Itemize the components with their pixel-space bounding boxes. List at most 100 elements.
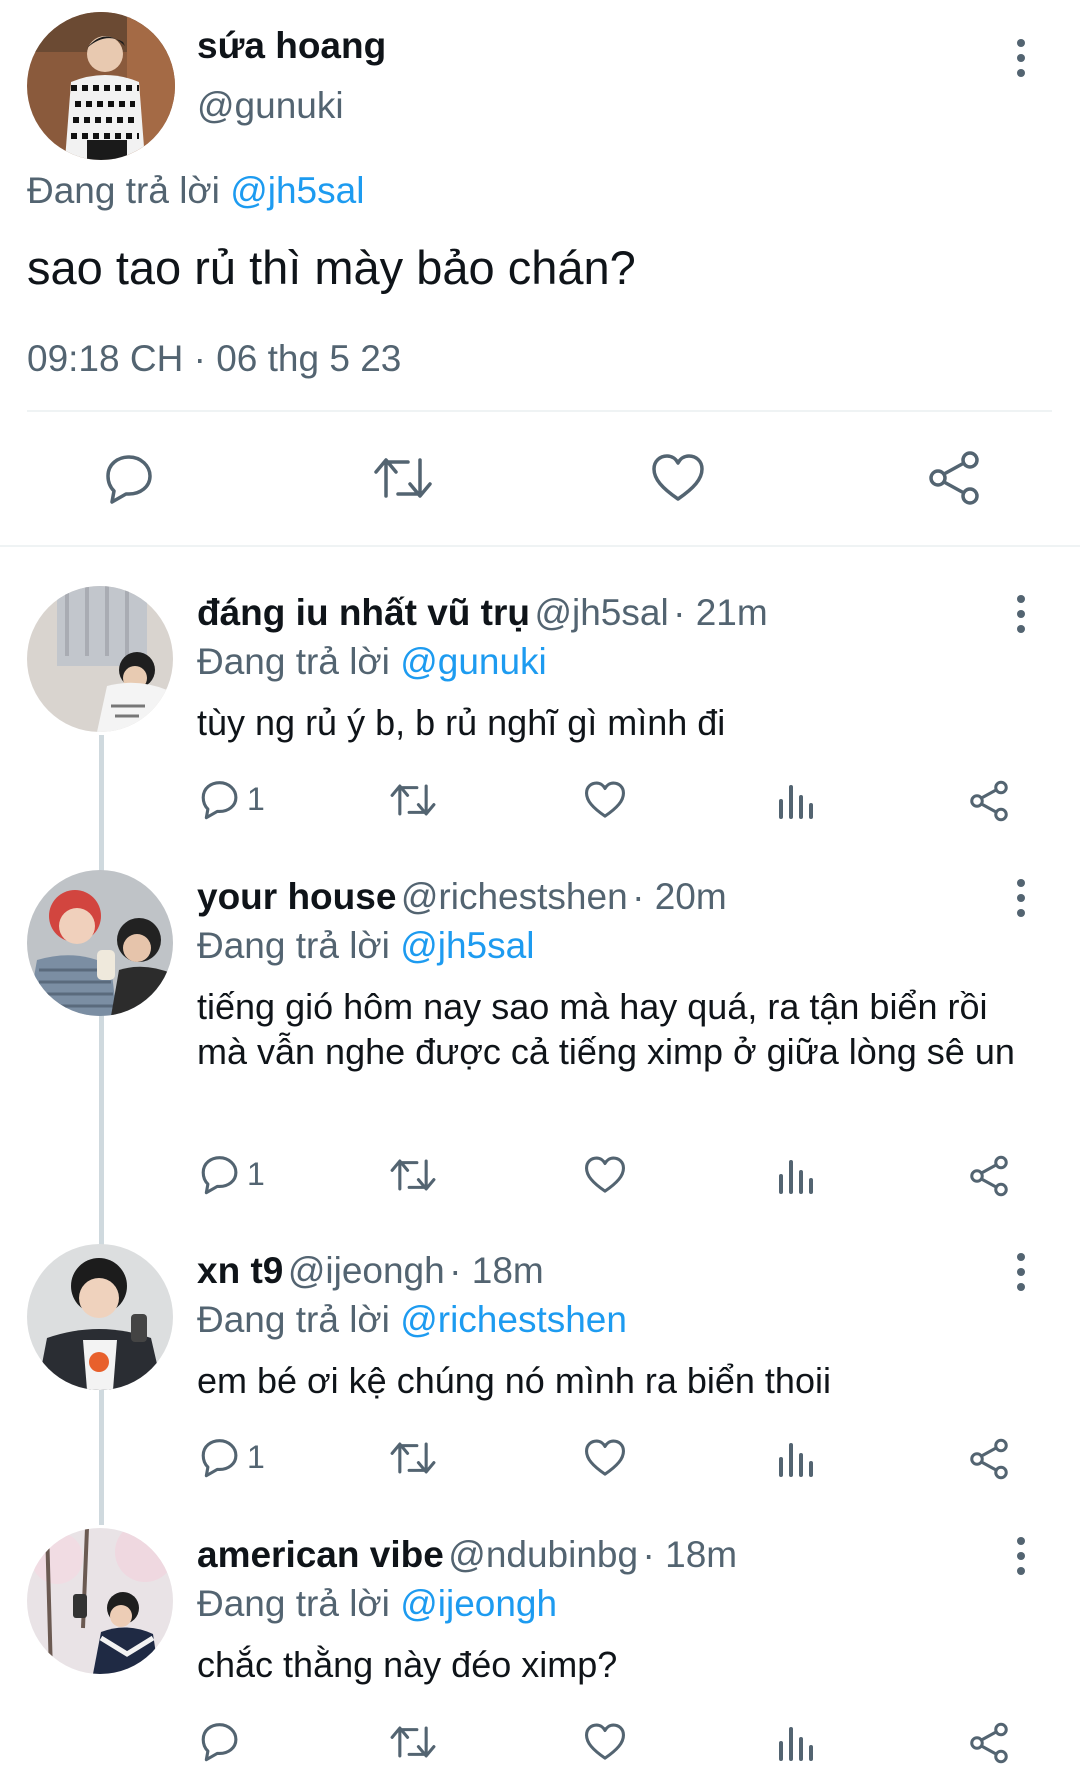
reply-button[interactable]: 1 xyxy=(197,1153,265,1195)
retweet-button[interactable] xyxy=(389,779,437,821)
reply-text: em bé ơi kệ chúng nó mình ra biển thoii xyxy=(197,1360,831,1401)
retweet-icon xyxy=(390,1159,436,1191)
like-button[interactable] xyxy=(583,1155,627,1195)
author-name[interactable]: sứa hoang xyxy=(197,25,386,67)
reply-time[interactable]: · 20m xyxy=(632,876,727,917)
replying-to-prefix: Đang trả lời xyxy=(197,925,401,966)
more-options-icon[interactable] xyxy=(1001,28,1041,88)
like-button[interactable] xyxy=(650,452,706,504)
retweet-icon xyxy=(390,1442,436,1474)
replying-to-prefix: Đang trả lời xyxy=(197,1583,401,1624)
views-icon xyxy=(779,1727,813,1761)
replying-to-link[interactable]: @ijeongh xyxy=(400,1583,557,1624)
reply-author-name[interactable]: đáng iu nhất vũ trụ xyxy=(197,592,530,633)
share-button[interactable] xyxy=(968,780,1010,822)
reply-author-handle[interactable]: @ndubinbg xyxy=(448,1534,638,1575)
reply-avatar[interactable] xyxy=(27,1244,173,1390)
replying-to-link[interactable]: @gunuki xyxy=(400,641,547,682)
tweet-text: sao tao rủ thì mày bảo chán? xyxy=(27,241,636,294)
reply-author-handle[interactable]: @ijeongh xyxy=(288,1250,445,1291)
reply-text: tiếng gió hôm nay sao mà hay quá, ra tận… xyxy=(197,986,1015,1072)
views-icon xyxy=(779,785,813,819)
reply-time[interactable]: · 18m xyxy=(449,1250,544,1291)
retweet-button[interactable] xyxy=(389,1721,437,1763)
views-button[interactable] xyxy=(777,781,817,821)
like-icon xyxy=(585,781,625,818)
author-handle[interactable]: @gunuki xyxy=(197,85,344,127)
tweet-timestamp[interactable]: 09:18 CH · 06 thg 5 23 xyxy=(27,338,401,380)
reply-author-name[interactable]: your house xyxy=(197,876,396,917)
thread-line xyxy=(99,735,104,1525)
like-button[interactable] xyxy=(583,1722,627,1762)
more-options-icon[interactable] xyxy=(1001,1242,1041,1302)
reply-author-name[interactable]: american vibe xyxy=(197,1534,444,1575)
reply-time[interactable]: · 21m xyxy=(673,592,768,633)
divider xyxy=(27,410,1052,412)
reply-button[interactable]: 1 xyxy=(197,1436,265,1478)
reply-button[interactable] xyxy=(100,452,154,504)
replying-to-line: Đang trả lời @ijeongh xyxy=(197,1583,557,1625)
share-icon xyxy=(929,451,979,505)
reply-text: chắc thằng này đéo ximp? xyxy=(197,1644,618,1685)
retweet-button[interactable] xyxy=(389,1437,437,1479)
views-button[interactable] xyxy=(777,1439,817,1479)
author-avatar[interactable] xyxy=(27,12,175,160)
replying-to-line: Đang trả lời @jh5sal xyxy=(27,170,364,212)
views-icon xyxy=(779,1443,813,1477)
share-icon xyxy=(970,1438,1008,1480)
reply-header: your house @richestshen · 20m xyxy=(197,876,727,918)
replying-to-link[interactable]: @jh5sal xyxy=(230,170,364,211)
like-button[interactable] xyxy=(583,1438,627,1478)
like-icon xyxy=(585,1156,625,1193)
reply-icon xyxy=(201,1439,238,1478)
reply-icon xyxy=(201,781,238,820)
share-icon xyxy=(970,780,1008,822)
reply-header: đáng iu nhất vũ trụ @jh5sal · 21m xyxy=(197,592,768,634)
share-icon xyxy=(970,1155,1008,1197)
reply-button[interactable] xyxy=(197,1720,247,1762)
reply-count: 1 xyxy=(247,1438,265,1475)
replying-to-prefix: Đang trả lời xyxy=(197,641,401,682)
replying-to-link[interactable]: @richestshen xyxy=(400,1299,627,1340)
share-icon xyxy=(970,1722,1008,1764)
reply-count: 1 xyxy=(247,1155,265,1192)
reply-author-handle[interactable]: @jh5sal xyxy=(534,592,668,633)
share-button[interactable] xyxy=(926,450,982,506)
reply-time[interactable]: · 18m xyxy=(643,1534,738,1575)
replying-to-prefix: Đang trả lời xyxy=(197,1299,401,1340)
like-icon xyxy=(585,1723,625,1760)
reply-text: tùy ng rủ ý b, b rủ nghĩ gì mình đi xyxy=(197,702,726,743)
retweet-icon xyxy=(374,458,432,498)
replying-to-line: Đang trả lời @gunuki xyxy=(197,641,547,683)
share-button[interactable] xyxy=(968,1155,1010,1197)
views-button[interactable] xyxy=(777,1156,817,1196)
reply-button[interactable]: 1 xyxy=(197,778,265,820)
reply-avatar[interactable] xyxy=(27,586,173,732)
retweet-icon xyxy=(390,784,436,816)
share-button[interactable] xyxy=(968,1722,1010,1764)
reply-icon xyxy=(201,1723,238,1762)
replying-to-line: Đang trả lời @jh5sal xyxy=(197,925,534,967)
replying-to-link[interactable]: @jh5sal xyxy=(400,925,534,966)
reply-author-handle[interactable]: @richestshen xyxy=(401,876,628,917)
reply-author-name[interactable]: xn t9 xyxy=(197,1250,283,1291)
reply-avatar[interactable] xyxy=(27,1528,173,1674)
reply-header: american vibe @ndubinbg · 18m xyxy=(197,1534,737,1576)
reply-header: xn t9 @ijeongh · 18m xyxy=(197,1250,544,1292)
reply-icon xyxy=(106,455,152,504)
like-button[interactable] xyxy=(583,780,627,820)
reply-count: 1 xyxy=(247,780,265,817)
reply-icon xyxy=(201,1156,238,1195)
replying-to-prefix: Đang trả lời xyxy=(27,170,231,211)
more-options-icon[interactable] xyxy=(1001,1526,1041,1586)
reply-avatar[interactable] xyxy=(27,870,173,1016)
more-options-icon[interactable] xyxy=(1001,584,1041,644)
retweet-button[interactable] xyxy=(372,452,434,504)
share-button[interactable] xyxy=(968,1438,1010,1480)
retweet-button[interactable] xyxy=(389,1154,437,1196)
replying-to-line: Đang trả lời @richestshen xyxy=(197,1299,627,1341)
more-options-icon[interactable] xyxy=(1001,868,1041,928)
like-icon xyxy=(652,454,704,501)
views-button[interactable] xyxy=(777,1723,817,1763)
retweet-icon xyxy=(390,1726,436,1758)
